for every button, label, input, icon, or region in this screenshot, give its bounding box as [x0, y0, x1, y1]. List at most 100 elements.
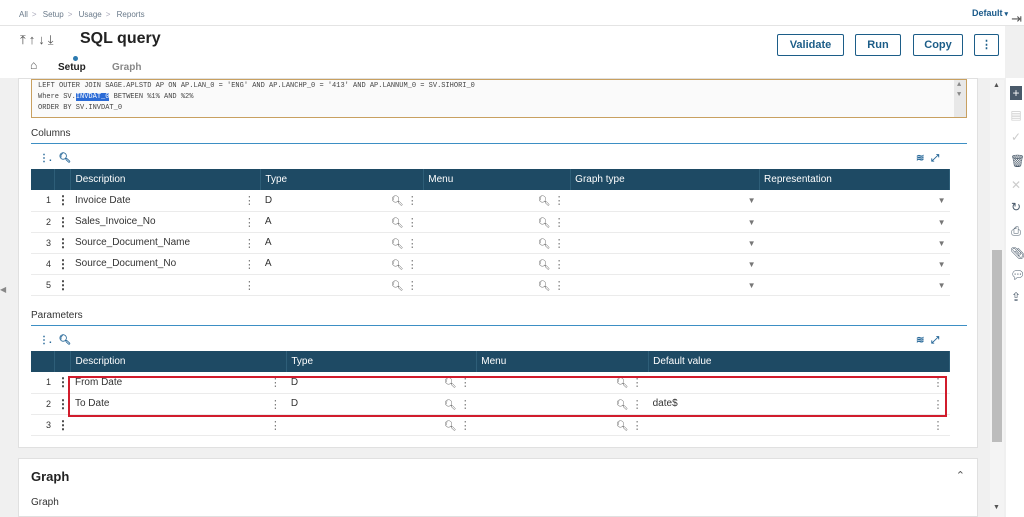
more-vertical-icon[interactable]: ⋮	[551, 259, 565, 271]
param-header-type[interactable]: Type	[286, 351, 478, 372]
dropdown-icon[interactable]: ▼	[748, 281, 756, 290]
parameters-search-icon[interactable]: 🔍︎	[59, 335, 72, 346]
cell-menu[interactable]: 🔍︎ ⋮	[423, 190, 571, 212]
col-header-type[interactable]: Type	[260, 169, 425, 190]
more-vertical-icon[interactable]: ⋮	[404, 217, 418, 229]
breadcrumb-reports[interactable]: Reports	[117, 10, 145, 19]
home-icon[interactable]: ⌂	[30, 58, 37, 72]
param-header-menu[interactable]: Menu	[476, 351, 650, 372]
more-vertical-icon[interactable]: ⋮	[404, 195, 418, 207]
row-menu-icon[interactable]: ⋮	[54, 274, 71, 296]
add-icon[interactable]: +	[1010, 86, 1022, 100]
run-button[interactable]: Run	[855, 34, 901, 56]
cancel-icon[interactable]: ✕	[1010, 178, 1022, 192]
more-actions-button[interactable]: ⋮	[974, 34, 999, 56]
search-icon[interactable]: 🔍︎	[391, 218, 404, 229]
table-row[interactable]: 3 ⋮ Source_Document_Name ⋮ A 🔍︎ ⋮ 🔍︎ ⋮ ▼ ▼	[31, 232, 950, 254]
table-row[interactable]: 5 ⋮ ⋮ 🔍︎ ⋮ 🔍︎ ⋮ ▼ ▼	[31, 274, 950, 296]
sql-scrollbar[interactable]: ▲ ▼	[954, 80, 966, 117]
scroll-up-icon[interactable]: ▲	[993, 82, 1000, 89]
print-icon[interactable]: ⎙	[1010, 224, 1022, 238]
more-vertical-icon[interactable]: ⋮	[404, 280, 418, 292]
more-vertical-icon[interactable]: ⋮	[551, 195, 565, 207]
cell-type[interactable]: A 🔍︎ ⋮	[260, 211, 424, 233]
search-icon[interactable]: 🔍︎	[538, 281, 551, 292]
attachment-icon[interactable]: 📎︎	[1010, 246, 1024, 260]
cell-representation[interactable]: ▼	[759, 211, 950, 233]
cell-description[interactable]: Invoice Date ⋮	[70, 190, 261, 212]
dropdown-icon[interactable]: ▼	[938, 218, 946, 227]
dropdown-icon[interactable]: ▼	[748, 239, 756, 248]
col-header-description[interactable]: Description	[70, 169, 262, 190]
cell-graph-type[interactable]: ▼	[570, 211, 760, 233]
cell-menu[interactable]: 🔍︎ ⋮	[476, 414, 649, 436]
cell-description[interactable]: ⋮	[70, 274, 261, 296]
row-menu-icon[interactable]: ⋮	[54, 211, 71, 233]
comment-icon[interactable]: 💬︎	[1010, 268, 1024, 282]
breadcrumb-usage[interactable]: Usage	[79, 10, 102, 19]
breadcrumb-setup[interactable]: Setup	[43, 10, 64, 19]
cell-graph-type[interactable]: ▼	[570, 232, 760, 254]
dropdown-icon[interactable]: ▼	[938, 196, 946, 205]
row-menu-icon[interactable]: ⋮	[54, 253, 71, 275]
cell-type[interactable]: 🔍︎ ⋮	[260, 274, 424, 296]
parameters-menu-icon[interactable]: ⋮.	[39, 335, 52, 346]
more-vertical-icon[interactable]: ⋮	[244, 194, 255, 207]
cell-description[interactable]: Source_Document_Name ⋮	[70, 232, 261, 254]
cell-type[interactable]: D 🔍︎ ⋮	[260, 190, 424, 212]
layers-icon[interactable]: ≋	[916, 335, 924, 346]
exit-icon[interactable]: ⇥	[1011, 11, 1022, 27]
cell-default-value[interactable]: ⋮	[648, 414, 950, 436]
columns-search-icon[interactable]: 🔍︎	[59, 153, 72, 164]
table-row[interactable]: 3 ⋮ ⋮ 🔍︎ ⋮ 🔍︎ ⋮ ⋮	[31, 414, 950, 436]
cell-description[interactable]: Sales_Invoice_No ⋮	[70, 211, 261, 233]
col-header-representation[interactable]: Representation	[759, 169, 950, 190]
expand-icon[interactable]: ⤢	[931, 335, 939, 346]
page-scrollbar[interactable]: ▲ ▼	[990, 80, 1004, 517]
param-header-default-value[interactable]: Default value	[648, 351, 950, 372]
more-vertical-icon[interactable]: ⋮	[629, 420, 643, 432]
check-icon[interactable]: ✓	[1010, 130, 1022, 144]
cell-menu[interactable]: 🔍︎ ⋮	[423, 253, 571, 275]
cell-menu[interactable]: 🔍︎ ⋮	[423, 211, 571, 233]
search-icon[interactable]: 🔍︎	[391, 281, 404, 292]
export-icon[interactable]: ⇪	[1010, 290, 1022, 304]
more-vertical-icon[interactable]: ⋮	[244, 258, 255, 271]
more-vertical-icon[interactable]: ⋮	[404, 259, 418, 271]
cell-type[interactable]: A 🔍︎ ⋮	[260, 253, 424, 275]
cell-representation[interactable]: ▼	[759, 232, 950, 254]
dropdown-icon[interactable]: ▼	[748, 218, 756, 227]
cell-description[interactable]: Source_Document_No ⋮	[70, 253, 261, 275]
cell-graph-type[interactable]: ▼	[570, 274, 760, 296]
scroll-down-icon[interactable]: ▼	[993, 504, 1000, 511]
scroll-down-icon[interactable]: ▼	[957, 90, 961, 101]
refresh-icon[interactable]: ↻	[1010, 200, 1022, 214]
row-menu-icon[interactable]: ⋮	[54, 414, 71, 436]
breadcrumb-all[interactable]: All	[19, 10, 28, 19]
search-icon[interactable]: 🔍︎	[538, 260, 551, 271]
cell-representation[interactable]: ▼	[759, 274, 950, 296]
more-vertical-icon[interactable]: ⋮	[551, 280, 565, 292]
cell-menu[interactable]: 🔍︎ ⋮	[423, 232, 571, 254]
more-vertical-icon[interactable]: ⋮	[551, 217, 565, 229]
cell-representation[interactable]: ▼	[759, 253, 950, 275]
record-nav-arrows[interactable]: ⤒↑↓⤓	[20, 32, 57, 48]
search-icon[interactable]: 🔍︎	[391, 239, 404, 250]
save-icon[interactable]: ▤	[1010, 108, 1022, 122]
dropdown-icon[interactable]: ▼	[748, 196, 756, 205]
copy-button[interactable]: Copy	[913, 34, 963, 56]
table-row[interactable]: 2 ⋮ Sales_Invoice_No ⋮ A 🔍︎ ⋮ 🔍︎ ⋮ ▼ ▼	[31, 211, 950, 233]
left-panel-handle-icon[interactable]: ◀	[0, 270, 10, 310]
more-vertical-icon[interactable]: ⋮	[933, 419, 944, 432]
table-row[interactable]: 4 ⋮ Source_Document_No ⋮ A 🔍︎ ⋮ 🔍︎ ⋮ ▼ ▼	[31, 253, 950, 275]
tab-graph[interactable]: Graph	[112, 62, 141, 73]
col-header-graph-type[interactable]: Graph type	[570, 169, 761, 190]
collapse-icon[interactable]: ⌃	[956, 469, 965, 482]
scrollbar-thumb[interactable]	[992, 250, 1002, 442]
row-menu-icon[interactable]: ⋮	[54, 190, 71, 212]
cell-type[interactable]: A 🔍︎ ⋮	[260, 232, 424, 254]
more-vertical-icon[interactable]: ⋮	[244, 237, 255, 250]
col-header-menu[interactable]: Menu	[423, 169, 572, 190]
search-icon[interactable]: 🔍︎	[391, 196, 404, 207]
cell-graph-type[interactable]: ▼	[570, 190, 760, 212]
